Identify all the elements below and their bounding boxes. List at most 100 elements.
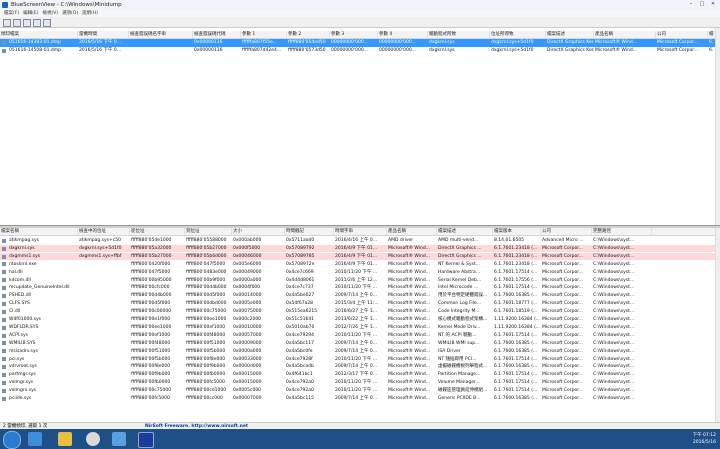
driver-list-column-header[interactable]: 檔案描述	[437, 228, 493, 235]
app-icon-taskbar[interactable]	[112, 432, 126, 446]
dump-list-column-header[interactable]: 位址所導致	[490, 31, 546, 38]
driver-list-row[interactable]: WMILIB.SYS fffff880'00f48000 fffff880'00f5…	[0, 340, 716, 348]
dump-list-column-header[interactable]: 參數 4	[378, 31, 428, 38]
dump-list-pane: 傾印檔案 當機時間 檢查錯誤碼名字串 檢查錯誤碼代碼 參數 1 參數 2 參數 3 參數 4驅…	[0, 28, 716, 225]
driver-list-cell: 2011/2/6 上午 12...	[335, 277, 378, 283]
driver-list-row[interactable]: atikmpag.sys atikmpag.sys+c50 fffff880'054…	[0, 237, 716, 245]
system-tray[interactable]	[654, 435, 690, 443]
driver-list-cell: Microsoft Corpor...	[542, 285, 583, 291]
driver-list-row[interactable]: partmgr.sys fffff880'00f9b000 fffff880'00f…	[0, 371, 716, 379]
driver-list-row[interactable]: CLFS.SYS fffff880'00d5f000 fffff880'00dbd0…	[0, 300, 716, 308]
search-icon[interactable]	[43, 19, 51, 27]
driver-list-row[interactable]: Wdf01000.sys fffff880'00e1f000 fffff880'00…	[0, 316, 716, 324]
menu-file[interactable]: 檔案(F)	[4, 10, 19, 17]
bluescreenview-taskbar-icon[interactable]	[138, 432, 154, 448]
dump-list-column-header[interactable]: 公司	[656, 31, 708, 38]
dump-list-column-header[interactable]: 檢查錯誤碼代碼	[193, 31, 241, 38]
driver-list-column-header[interactable]: 檔案版本	[493, 228, 541, 235]
dump-list-column-header[interactable]: 檢查錯誤碼名字串	[129, 31, 193, 38]
driver-list-cell: fffff880'05b6d000	[186, 253, 227, 259]
driver-list-row[interactable]: mcupdate_GenuineIntel.dll fffff880'00cfc0…	[0, 284, 716, 292]
driver-list-cell: 0x54f67a28	[286, 301, 314, 307]
driver-list-cell: 虛擬磁碟機根列舉程式...	[438, 364, 488, 370]
driver-list-row[interactable]: msisadrv.sys fffff880'00f51000 fffff880'00…	[0, 348, 716, 356]
driver-list-row[interactable]: kdcom.dll fffff800'00b95000 fffff800'00b9f…	[0, 277, 716, 285]
driver-list-row[interactable]: volmgrx.sys fffff880'00c75000 fffff880'00c…	[0, 387, 716, 395]
driver-list-row[interactable]: ntoskrnl.exe fffff800'0420f000 fffff800'04…	[0, 261, 716, 269]
dump-list-column-header[interactable]: 傾印檔案	[0, 31, 78, 38]
file-icon	[2, 380, 6, 385]
explorer-icon[interactable]	[58, 432, 72, 446]
driver-list-cell: 0x000f5000	[233, 245, 261, 251]
menu-help[interactable]: 說明(H)	[82, 10, 98, 17]
driver-list-header: 檔案名稱 檢查中的位址 從位址 到位址 大小 時間戳記 時間字串 產品名稱 檔案描述 檔案版本 公司…	[0, 228, 716, 236]
driver-list-scrollbar[interactable]	[715, 228, 720, 422]
driver-list-column-header[interactable]: 到位址	[185, 228, 232, 235]
driver-list-cell: AMD driver	[388, 238, 414, 243]
dump-list-column-header[interactable]: 參數 2	[287, 31, 330, 38]
refresh-icon[interactable]	[33, 19, 41, 27]
driver-list-cell: Microsoft Corpor...	[542, 396, 583, 401]
ie-icon[interactable]	[28, 432, 42, 446]
driver-list-cell: 2012/7/26 上午 1...	[335, 324, 378, 330]
driver-list-cell: 6.1.7600.16385 (...	[494, 364, 538, 370]
driver-list-column-header[interactable]: 從位址	[130, 228, 185, 235]
close-button[interactable]: ✕	[708, 1, 718, 8]
clock[interactable]: 下午 07:12 2016/5/16	[693, 432, 716, 446]
driver-list-column-header[interactable]: 檔案名稱	[0, 228, 78, 235]
dump-list-row[interactable]: 051616-14383-01.dmp 2016/5/16 下午 0... 0x00…	[0, 39, 716, 47]
driver-list-cell: fffff880'00f48000	[186, 332, 226, 338]
driver-list-row[interactable]: PSHED.dll fffff880'00d4b000 fffff880'00d5f…	[0, 292, 716, 300]
driver-list-row[interactable]: WDFLDR.SYS fffff880'00ee1000 fffff880'00ef…	[0, 324, 716, 332]
driver-list-row[interactable]: pciide.sys fffff880'00fc5000 fffff880'00cc…	[0, 395, 716, 403]
dump-list-row[interactable]: 051616-14508-01.dmp 2016/5/16 下午 0... 0x00…	[0, 47, 716, 55]
dump-list-cell: dxgkrnl.sys	[429, 40, 455, 45]
driver-list-row[interactable]: dxgkrnl.sys dxgkrnl.sys+5d1f0 fffff880'05a…	[0, 244, 716, 253]
driver-list-cell: Microsoft Corpor...	[542, 348, 583, 354]
driver-list-column-header[interactable]: 產品名稱	[387, 228, 437, 235]
driver-list-column-header[interactable]: 大小	[232, 228, 285, 235]
driver-list-cell: 0x005e6000	[233, 261, 262, 267]
dump-list-column-header[interactable]: 驅動程式所致	[428, 31, 490, 38]
chrome-icon[interactable]	[86, 432, 100, 446]
driver-list-row[interactable]: CI.dll fffff880'00c00000 fffff880'00c75000…	[0, 308, 716, 316]
dump-list-cell: 00000000'000...	[379, 40, 417, 45]
driver-list-column-header[interactable]: 完整路徑	[592, 228, 652, 235]
save-icon[interactable]	[3, 19, 11, 27]
driver-list-column-header[interactable]: 時間字串	[334, 228, 387, 235]
driver-list-cell: fffff880'00d4b000	[186, 285, 227, 291]
maximize-button[interactable]: □	[697, 1, 707, 8]
dump-list-cell: Microsoft Corpor...	[657, 48, 698, 54]
copy-icon[interactable]	[13, 19, 21, 27]
driver-list-row[interactable]: pci.sys fffff880'00f5b000 fffff880'00f8e00…	[0, 356, 716, 364]
driver-list-column-header[interactable]: 檢查中的位址	[78, 228, 130, 235]
dump-list-column-header[interactable]: 參數 3	[330, 31, 378, 38]
menu-edit[interactable]: 編輯(E)	[23, 10, 38, 17]
driver-list-row[interactable]: dxgmms1.sys dxgmms1.sys+ffbf fffff880'05b2…	[0, 252, 716, 261]
dump-list-column-header[interactable]: 檔案描述	[546, 31, 594, 38]
start-button[interactable]	[3, 431, 21, 449]
driver-list-row[interactable]: vdrvroot.sys fffff880'00f8e000 fffff880'00…	[0, 363, 716, 371]
properties-icon[interactable]	[23, 19, 31, 27]
menu-view[interactable]: 檢視(V)	[42, 10, 58, 17]
driver-list-row[interactable]: volmgr.sys fffff880'00fb0000 fffff880'00fc…	[0, 379, 716, 387]
driver-list-cell: 0x0005c000	[233, 388, 262, 394]
dump-list-scrollbar[interactable]	[715, 28, 720, 225]
minimize-button[interactable]: –	[686, 1, 696, 8]
driver-list-cell: DirectX Graphics ...	[438, 245, 482, 251]
driver-list-cell: atikmpag.sys+c50	[79, 238, 121, 243]
menu-options[interactable]: 選項(O)	[62, 10, 78, 17]
dump-list-cell: 051616-14383-01.dmp	[9, 40, 61, 45]
dump-list-column-header[interactable]: 產品名稱	[594, 31, 656, 38]
dump-list-cell: 00000000'000...	[379, 48, 417, 54]
driver-list-cell: 2009/7/14 上午 0...	[335, 340, 378, 346]
driver-list-column-header[interactable]: 公司	[541, 228, 592, 235]
driver-list-column-header[interactable]: 時間戳記	[285, 228, 334, 235]
driver-list-cell: Microsoft® Wind...	[388, 340, 431, 346]
driver-list-cell: 1.11.9200.16384 (...	[494, 324, 541, 330]
driver-list-row[interactable]: ACPI.sys fffff880'00ef1000 fffff880'00f480…	[0, 332, 716, 340]
dump-list-column-header[interactable]: 參數 1	[241, 31, 287, 38]
driver-list-cell: fffff880'00f8e000	[186, 356, 226, 362]
driver-list-row[interactable]: hal.dll fffff800'047f5000 fffff800'0483e00…	[0, 269, 716, 277]
dump-list-column-header[interactable]: 當機時間	[78, 31, 129, 38]
